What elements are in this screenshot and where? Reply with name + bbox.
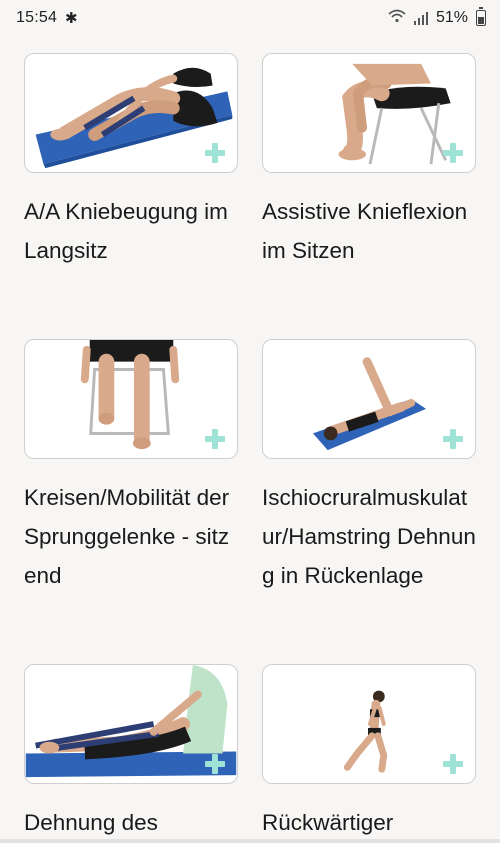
plus-icon[interactable]: [205, 754, 225, 774]
exercise-card[interactable]: Rückwärtiger: [262, 664, 476, 842]
exercise-title[interactable]: Ischiocruralmuskulatur/Hamstring Dehnung…: [262, 478, 476, 595]
exercise-thumbnail[interactable]: [262, 53, 476, 173]
battery-icon: [476, 7, 486, 26]
exercise-card[interactable]: Ischiocruralmuskulatur/Hamstring Dehnung…: [262, 339, 476, 595]
exercise-card[interactable]: A/A Kniebeugung im Langsitz: [24, 53, 238, 270]
plus-icon[interactable]: [205, 429, 225, 449]
bottom-edge: [0, 839, 500, 843]
exercise-title[interactable]: Assistive Knieflexion im Sitzen: [262, 192, 476, 270]
plus-icon[interactable]: [443, 429, 463, 449]
plus-icon[interactable]: [443, 143, 463, 163]
plus-icon[interactable]: [443, 754, 463, 774]
exercise-thumbnail[interactable]: [262, 339, 476, 459]
exercise-thumbnail[interactable]: [24, 53, 238, 173]
status-time: 15:54: [16, 9, 58, 26]
wifi-icon: [388, 9, 406, 28]
exercise-thumbnail[interactable]: [24, 339, 238, 459]
status-left: 15:54 ✱: [16, 9, 78, 27]
exercise-title[interactable]: Dehnung des: [24, 803, 238, 842]
battery-percent: 51%: [435, 9, 468, 26]
bluetooth-icon: ✱: [65, 10, 78, 27]
exercise-grid: A/A Kniebeugung im Langsitz Assistive Kn…: [0, 36, 500, 843]
exercise-card[interactable]: Kreisen/Mobilität der Sprunggelenke - si…: [24, 339, 238, 595]
status-right: 51%: [388, 7, 486, 28]
exercise-thumbnail[interactable]: [24, 664, 238, 784]
exercise-title[interactable]: Rückwärtiger: [262, 803, 476, 842]
exercise-card[interactable]: Assistive Knieflexion im Sitzen: [262, 53, 476, 270]
plus-icon[interactable]: [205, 143, 225, 163]
signal-icon: [413, 11, 428, 25]
exercise-card[interactable]: Dehnung des: [24, 664, 238, 842]
exercise-title[interactable]: Kreisen/Mobilität der Sprunggelenke - si…: [24, 478, 238, 595]
exercise-thumbnail[interactable]: [262, 664, 476, 784]
exercise-title[interactable]: A/A Kniebeugung im Langsitz: [24, 192, 238, 270]
status-bar: 15:54 ✱ 51%: [0, 0, 500, 36]
